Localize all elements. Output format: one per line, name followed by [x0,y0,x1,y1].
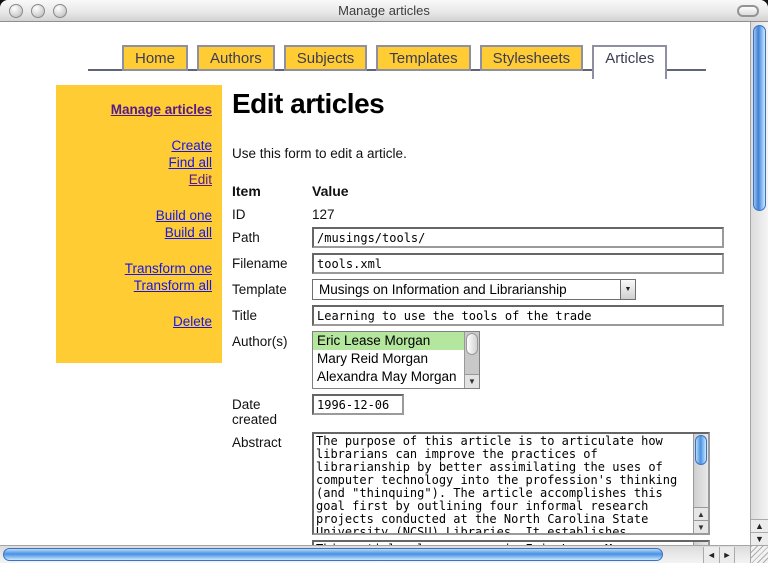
chevron-down-icon[interactable]: ▼ [620,280,635,299]
sidebar-item-transform-one[interactable]: Transform one [56,260,212,277]
abstract-label: Abstract [232,432,312,450]
title-bar: Manage articles [0,0,768,22]
sidebar-item-delete[interactable]: Delete [56,313,212,330]
vertical-scrollbar-thumb[interactable] [753,25,766,211]
title-label: Title [232,305,312,323]
filename-row: Filename [232,253,732,274]
resize-grip[interactable] [750,545,768,563]
page-content: Home Authors Subjects Templates Styleshe… [0,22,750,545]
title-row: Title [232,305,732,326]
value-column-header: Value [312,183,349,199]
template-select[interactable]: Musings on Information and Librarianship… [312,279,636,300]
sidebar-item-edit[interactable]: Edit [56,171,212,188]
edit-articles-form: Edit articles Use this form to edit a ar… [232,88,732,545]
path-label: Path [232,227,312,245]
intro-text: Use this form to edit a article. [232,146,732,161]
scroll-up-icon[interactable]: ▲ [751,519,768,532]
item-column-header: Item [232,183,312,199]
tab-authors[interactable]: Authors [197,45,275,71]
filename-input[interactable] [312,253,724,274]
scroll-down-icon[interactable]: ▼ [751,532,768,545]
author-option[interactable]: Alexandra May Morgan [313,368,464,386]
sidebar-item-build-all[interactable]: Build all [56,224,212,241]
tab-subjects[interactable]: Subjects [284,45,368,71]
id-row: ID 127 [232,204,732,222]
authors-row: Author(s) Eric Lease Morgan Mary Reid Mo… [232,331,732,389]
author-option[interactable]: Mary Reid Morgan [313,350,464,368]
tab-stylesheets[interactable]: Stylesheets [480,45,584,71]
abstract-textarea-frame: The purpose of this article is to articu… [312,432,710,535]
abstract-scrollbar[interactable]: ▲ ▼ [693,434,708,533]
window-vertical-scrollbar[interactable]: ▲ ▼ [750,22,768,545]
tab-articles[interactable]: Articles [592,45,667,79]
table-header-row: Item Value [232,183,732,199]
browser-window: Manage articles Home Authors Subjects Te… [0,0,768,563]
abstract-textarea[interactable]: The purpose of this article is to articu… [314,434,693,533]
scroll-left-icon[interactable]: ◄ [703,547,719,563]
filename-label: Filename [232,253,312,271]
horizontal-scrollbar-thumb[interactable] [3,548,663,561]
authors-listbox[interactable]: Eric Lease Morgan Mary Reid Morgan Alexa… [312,331,480,389]
date-created-row: Date created [232,394,732,427]
tab-templates[interactable]: Templates [376,45,470,71]
template-label: Template [232,279,312,297]
id-value: 127 [312,204,335,222]
path-row: Path [232,227,732,248]
sidebar-item-create[interactable]: Create [56,137,212,154]
window-horizontal-scrollbar[interactable]: ◄ ► [0,545,750,563]
authors-scrollbar[interactable]: ▼ [464,332,479,388]
path-input[interactable] [312,227,724,248]
page-title: Edit articles [232,88,732,120]
sidebar-item-find-all[interactable]: Find all [56,154,212,171]
date-created-label: Date created [232,394,312,427]
sidebar-item-transform-all[interactable]: Transform all [56,277,212,294]
authors-scrollbar-thumb[interactable] [466,333,478,355]
scroll-right-icon[interactable]: ► [719,547,735,563]
tab-bar: Home Authors Subjects Templates Styleshe… [122,45,667,79]
authors-options: Eric Lease Morgan Mary Reid Morgan Alexa… [313,332,464,388]
scroll-down-icon[interactable]: ▼ [694,520,708,533]
tab-home[interactable]: Home [122,45,188,71]
template-row: Template Musings on Information and Libr… [232,279,732,300]
sidebar: Manage articles Create Find all Edit Bui… [56,85,222,363]
title-input[interactable] [312,305,724,326]
id-label: ID [232,204,312,222]
template-selected-value: Musings on Information and Librarianship [313,282,620,297]
window-title: Manage articles [0,0,768,22]
abstract-row: Abstract The purpose of this article is … [232,432,732,535]
scroll-down-icon[interactable]: ▼ [465,374,479,388]
sidebar-item-manage-articles[interactable]: Manage articles [56,101,212,118]
abstract-scrollbar-thumb[interactable] [695,435,707,465]
scroll-up-icon[interactable]: ▲ [694,507,708,520]
sidebar-item-build-one[interactable]: Build one [56,207,212,224]
date-created-input[interactable] [312,394,404,415]
authors-label: Author(s) [232,331,312,349]
author-option-selected[interactable]: Eric Lease Morgan [313,332,464,350]
toolbar-toggle-button[interactable] [737,5,759,17]
